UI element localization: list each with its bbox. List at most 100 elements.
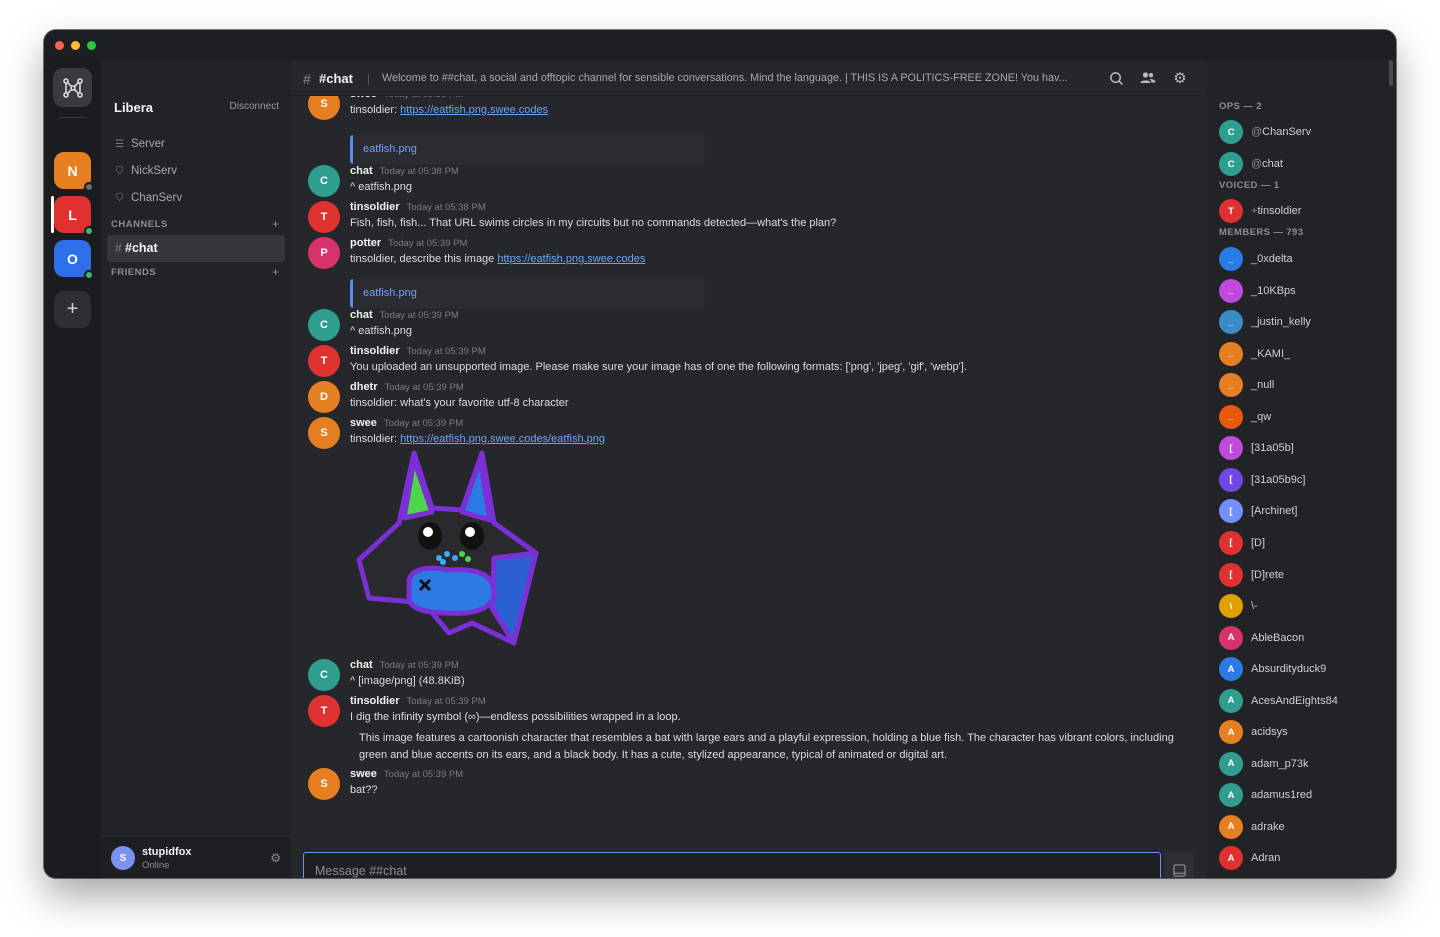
- message-author[interactable]: swee: [350, 96, 377, 100]
- member-item[interactable]: A Adran: [1219, 846, 1280, 871]
- avatar[interactable]: S: [308, 417, 340, 449]
- members-icon[interactable]: [1140, 70, 1156, 86]
- message-author[interactable]: swee: [350, 417, 377, 429]
- avatar: _: [1219, 373, 1243, 398]
- message-author[interactable]: chat: [350, 309, 373, 321]
- member-item[interactable]: [[31a05b9c]: [1219, 467, 1305, 492]
- sidebar-item-chat-channel[interactable]: # #chat: [107, 235, 285, 262]
- file-embed[interactable]: eatfish.png: [350, 135, 705, 164]
- member-item[interactable]: C @chat: [1219, 152, 1283, 176]
- gear-icon[interactable]: ⚙: [270, 851, 281, 865]
- close-window-button[interactable]: [55, 41, 64, 50]
- member-item[interactable]: Aacidsys: [1219, 720, 1288, 745]
- message-timestamp: Today at 05:39 PM: [379, 660, 459, 671]
- avatar: [: [1219, 530, 1243, 555]
- message-author[interactable]: chat: [350, 659, 373, 671]
- server-button-l[interactable]: L: [54, 196, 94, 236]
- avatar[interactable]: C: [308, 165, 340, 197]
- member-item[interactable]: _ _KAMI_: [1219, 341, 1291, 366]
- member-name: _KAMI_: [1251, 347, 1291, 360]
- add-server-button[interactable]: +: [54, 291, 91, 328]
- sidebar-item-nickserv[interactable]: ⛉ NickServ: [114, 165, 177, 177]
- message-author[interactable]: tinsoldier: [350, 345, 400, 357]
- settings-gear-icon[interactable]: ⚙: [1172, 70, 1188, 87]
- avatar[interactable]: C: [308, 309, 340, 341]
- member-scrollbar[interactable]: [1389, 60, 1393, 86]
- hash-icon: #: [303, 71, 311, 87]
- avatar[interactable]: D: [308, 381, 340, 413]
- member-item[interactable]: A AbleBacon: [1219, 625, 1305, 650]
- avatar[interactable]: S: [308, 96, 340, 120]
- member-item[interactable]: _ _qw: [1219, 404, 1271, 429]
- member-item[interactable]: _ _justin_kelly: [1219, 310, 1311, 335]
- member-item[interactable]: \ \-: [1219, 594, 1258, 619]
- file-embed[interactable]: eatfish.png: [350, 279, 705, 308]
- avatar[interactable]: T: [308, 201, 340, 233]
- minimize-window-button[interactable]: [71, 41, 80, 50]
- member-item[interactable]: C @ChanServ: [1219, 120, 1311, 144]
- member-name: _0xdelta: [1251, 253, 1293, 265]
- add-friend-button[interactable]: +: [272, 265, 279, 279]
- disconnect-button[interactable]: Disconnect: [230, 101, 279, 112]
- message-header: swee Today at 05:39 PM: [350, 768, 463, 780]
- member-item[interactable]: T +tinsoldier: [1219, 199, 1301, 223]
- message-header: dhetr Today at 05:39 PM: [350, 381, 464, 393]
- member-item[interactable]: _ _0xdelta: [1219, 247, 1293, 271]
- message-input[interactable]: [304, 853, 1160, 878]
- member-item[interactable]: [[Archinet]: [1219, 499, 1298, 524]
- avatar[interactable]: S: [111, 846, 135, 870]
- member-item[interactable]: A Absurdityduck9: [1219, 657, 1326, 682]
- member-item[interactable]: [[31a05b]: [1219, 436, 1294, 461]
- member-name: [Archinet]: [1251, 505, 1298, 518]
- member-item[interactable]: [[D]rete: [1219, 562, 1285, 587]
- avatar[interactable]: C: [308, 659, 340, 691]
- file-embed-link[interactable]: eatfish.png: [363, 287, 417, 299]
- avatar[interactable]: S: [308, 768, 340, 800]
- message-timestamp: Today at 05:38 PM: [384, 96, 463, 100]
- sidebar-item-chanserv[interactable]: ⛉ ChanServ: [114, 192, 182, 204]
- file-embed-link[interactable]: eatfish.png: [363, 143, 417, 155]
- member-name: AbleBacon: [1251, 631, 1305, 644]
- message-text: ^ eatfish.png: [350, 181, 413, 193]
- member-item[interactable]: _ _null: [1219, 373, 1274, 398]
- member-name: _10KBps: [1251, 284, 1296, 297]
- member-item[interactable]: [[D]: [1219, 530, 1265, 555]
- server-button-n[interactable]: N: [54, 152, 94, 192]
- message-header: chat Today at 05:38 PM: [350, 165, 459, 177]
- member-name: [D]rete: [1251, 568, 1285, 581]
- user-panel: S stupidfox Online ⚙: [101, 836, 291, 878]
- message-header: chat Today at 05:39 PM: [350, 659, 459, 671]
- member-item[interactable]: Aadam_p73k: [1219, 751, 1309, 776]
- member-item[interactable]: Aadrake: [1219, 814, 1285, 839]
- member-item[interactable]: A AcesAndEights84: [1219, 688, 1338, 713]
- member-item[interactable]: _ _10KBps: [1219, 278, 1296, 303]
- avatar: _: [1219, 341, 1243, 366]
- app-logo-button[interactable]: [53, 68, 92, 107]
- member-item[interactable]: Aadamus1red: [1219, 783, 1312, 808]
- message-author[interactable]: dhetr: [350, 381, 378, 393]
- message-author[interactable]: potter: [350, 237, 381, 249]
- message-author[interactable]: tinsoldier: [350, 201, 400, 213]
- message-author[interactable]: chat: [350, 165, 373, 177]
- message-link[interactable]: https://eatfish.png.swee.codes: [497, 253, 645, 265]
- message-author[interactable]: swee: [350, 768, 377, 780]
- message-composer[interactable]: [303, 852, 1161, 878]
- ops-section-label: OPS — 2: [1219, 101, 1262, 112]
- search-icon[interactable]: [1108, 70, 1124, 86]
- avatar: _: [1219, 310, 1243, 335]
- avatar[interactable]: T: [308, 345, 340, 377]
- message-timestamp: Today at 05:39 PM: [379, 310, 459, 321]
- message-header: tinsoldier Today at 05:38 PM: [350, 201, 486, 213]
- avatar: A: [1219, 846, 1243, 871]
- add-channel-button[interactable]: +: [272, 217, 279, 231]
- upload-button[interactable]: [1164, 852, 1194, 878]
- maximize-window-button[interactable]: [87, 41, 96, 50]
- bat-fish-image[interactable]: [354, 448, 544, 653]
- message-author[interactable]: tinsoldier: [350, 695, 400, 707]
- server-button-o[interactable]: O: [54, 240, 94, 280]
- sidebar-item-server[interactable]: ☰ Server: [114, 138, 165, 150]
- avatar[interactable]: T: [308, 695, 340, 727]
- message-link[interactable]: https://eatfish.png.swee.codes/eatfish.p…: [400, 433, 605, 445]
- avatar[interactable]: P: [308, 237, 340, 269]
- message-link[interactable]: https://eatfish.png.swee.codes: [400, 104, 548, 116]
